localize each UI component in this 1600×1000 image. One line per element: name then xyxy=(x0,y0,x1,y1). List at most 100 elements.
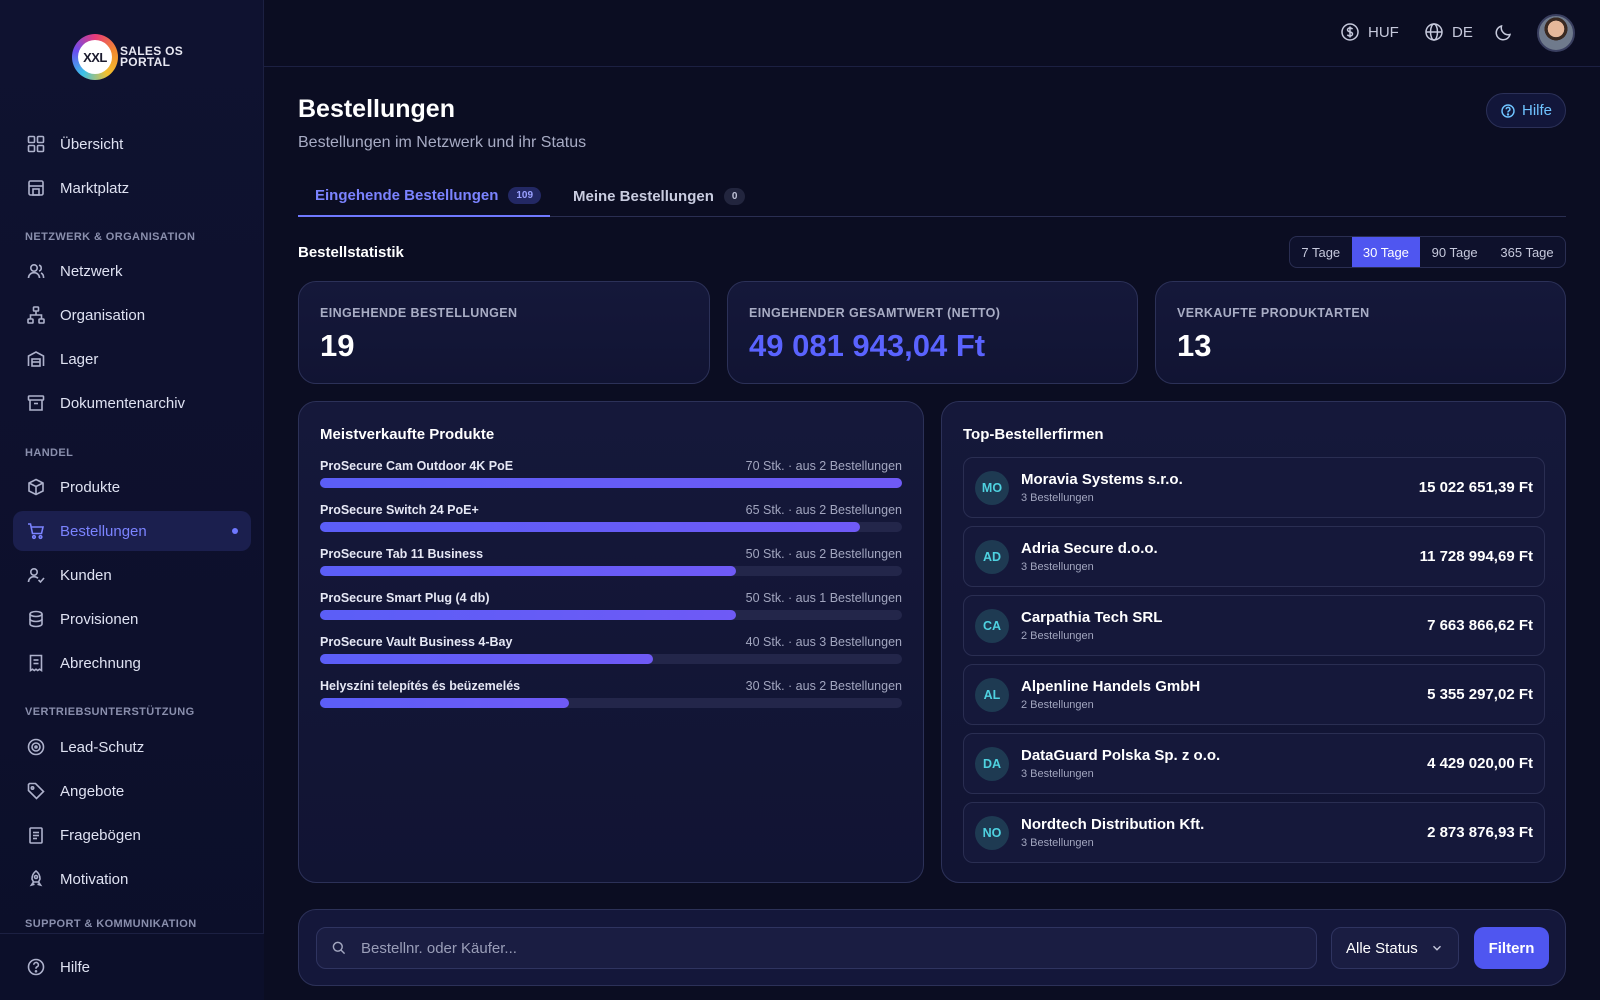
product-meta: 50 Stk. · aus 1 Bestellungen xyxy=(745,591,902,605)
buyer-row[interactable]: DA DataGuard Polska Sp. z o.o. 3 Bestell… xyxy=(963,733,1545,794)
product-row[interactable]: ProSecure Tab 11 Business 50 Stk. · aus … xyxy=(320,547,902,583)
buyer-order-count: 3 Bestellungen xyxy=(1021,768,1094,780)
section-label-handel: HANDEL xyxy=(25,447,74,459)
top-products-card: Meistverkaufte Produkte ProSecure Cam Ou… xyxy=(298,401,924,883)
buyer-initials-avatar: AL xyxy=(975,678,1009,712)
range-90-days[interactable]: 90 Tage xyxy=(1420,237,1489,267)
sidebar-item-label: Abrechnung xyxy=(60,654,141,672)
sidebar-item-hilfe[interactable]: Hilfe xyxy=(13,947,251,987)
sidebar-item-marktplatz[interactable]: Marktplatz xyxy=(13,168,251,208)
buyer-order-count: 2 Bestellungen xyxy=(1021,630,1094,642)
sidebar-item-label: Übersicht xyxy=(60,135,124,153)
app-logo[interactable]: XXL SALES OS PORTAL xyxy=(72,34,192,80)
kpi-value: 13 xyxy=(1177,328,1212,363)
buyer-row[interactable]: MO Moravia Systems s.r.o. 3 Bestellungen… xyxy=(963,457,1545,518)
buyer-amount: 15 022 651,39 Ft xyxy=(1418,479,1533,496)
target-icon xyxy=(27,738,45,756)
range-7-days[interactable]: 7 Tage xyxy=(1290,237,1352,267)
globe-icon xyxy=(1425,23,1443,41)
sidebar-item-motivation[interactable]: Motivation xyxy=(13,859,251,899)
sidebar-item-label: Produkte xyxy=(60,478,121,496)
buyer-amount: 5 355 297,02 Ft xyxy=(1427,686,1533,703)
section-label-vertrieb: VERTRIEBSUNTERSTÜTZUNG xyxy=(25,706,195,718)
sidebar-item-label: Netzwerk xyxy=(60,262,123,280)
sidebar-item-kunden[interactable]: Kunden xyxy=(13,555,251,595)
help-button-label: Hilfe xyxy=(1521,102,1552,119)
page-subtitle: Bestellungen im Netzwerk und ihr Status xyxy=(298,134,587,151)
tab-count-badge: 0 xyxy=(723,187,746,205)
buyer-order-count: 3 Bestellungen xyxy=(1021,561,1094,573)
sidebar-item-netzwerk[interactable]: Netzwerk xyxy=(13,251,251,291)
sidebar-item-uebersicht[interactable]: Übersicht xyxy=(13,124,251,164)
user-avatar[interactable] xyxy=(1537,14,1575,52)
tab-count-badge: 109 xyxy=(508,186,542,204)
sidebar-item-label: Hilfe xyxy=(60,958,91,976)
product-row[interactable]: ProSecure Vault Business 4-Bay 40 Stk. ·… xyxy=(320,635,902,671)
sidebar-item-label: Motivation xyxy=(60,870,129,888)
buyer-initials-avatar: MO xyxy=(975,471,1009,505)
dollar-circle-icon xyxy=(1341,23,1359,41)
buyer-amount: 2 873 876,93 Ft xyxy=(1427,824,1533,841)
sidebar-item-produkte[interactable]: Produkte xyxy=(13,467,251,507)
product-name: ProSecure Switch 24 PoE+ xyxy=(320,503,479,517)
sidebar-item-provisionen[interactable]: Provisionen xyxy=(13,599,251,639)
kpi-card-incoming-total: EINGEHENDER GESAMTWERT (NETTO) 49 081 94… xyxy=(727,281,1138,384)
help-button[interactable]: Hilfe xyxy=(1486,93,1566,128)
product-meta: 70 Stk. · aus 2 Bestellungen xyxy=(745,459,902,473)
buyer-amount: 11 728 994,69 Ft xyxy=(1419,548,1533,565)
sidebar-item-frageboegen[interactable]: Fragebögen xyxy=(13,815,251,855)
logo-mark-text: XXL xyxy=(83,49,107,65)
product-bar-track xyxy=(320,610,902,620)
buyer-row[interactable]: AL Alpenline Handels GmbH 2 Bestellungen… xyxy=(963,664,1545,725)
sidebar-item-label: Lead-Schutz xyxy=(60,738,145,756)
buyer-row[interactable]: CA Carpathia Tech SRL 2 Bestellungen 7 6… xyxy=(963,595,1545,656)
currency-switcher[interactable]: HUF xyxy=(1340,22,1399,42)
tab-meine-bestellungen[interactable]: Meine Bestellungen 0 xyxy=(573,175,746,217)
grid-icon xyxy=(27,135,45,153)
search-input[interactable] xyxy=(361,939,1316,957)
sidebar-item-abrechnung[interactable]: Abrechnung xyxy=(13,643,251,683)
tab-label: Eingehende Bestellungen xyxy=(315,186,499,204)
status-select[interactable]: Alle Status xyxy=(1331,927,1459,969)
filter-bar: Alle Status Filtern xyxy=(298,909,1566,986)
range-365-days[interactable]: 365 Tage xyxy=(1489,237,1565,267)
card-title: Meistverkaufte Produkte xyxy=(320,426,495,443)
product-bar-fill xyxy=(320,566,736,576)
kpi-value: 19 xyxy=(320,328,355,363)
buyer-name: Alpenline Handels GmbH xyxy=(1021,678,1201,695)
range-30-days[interactable]: 30 Tage xyxy=(1351,237,1421,267)
product-row[interactable]: ProSecure Cam Outdoor 4K PoE 70 Stk. · a… xyxy=(320,459,902,495)
stats-title: Bestellstatistik xyxy=(298,244,404,261)
buyer-name: DataGuard Polska Sp. z o.o. xyxy=(1021,747,1221,764)
theme-toggle[interactable] xyxy=(1494,22,1522,42)
product-bar-track xyxy=(320,698,902,708)
archive-icon xyxy=(27,395,45,411)
buyer-initials-avatar: DA xyxy=(975,747,1009,781)
filter-button[interactable]: Filtern xyxy=(1474,927,1549,969)
buyer-order-count: 2 Bestellungen xyxy=(1021,699,1094,711)
sidebar-item-bestellungen[interactable]: Bestellungen xyxy=(13,511,251,551)
sidebar-item-label: Provisionen xyxy=(60,610,139,628)
product-name: ProSecure Vault Business 4-Bay xyxy=(320,635,513,649)
language-switcher[interactable]: DE xyxy=(1424,22,1473,42)
receipt-icon xyxy=(29,654,43,672)
search-box xyxy=(316,927,1317,969)
sidebar-item-label: Dokumentenarchiv xyxy=(60,394,186,412)
product-bar-fill xyxy=(320,610,736,620)
sidebar-item-lager[interactable]: Lager xyxy=(13,339,251,379)
order-tabs: Eingehende Bestellungen 109 Meine Bestel… xyxy=(298,175,1566,217)
product-row[interactable]: ProSecure Smart Plug (4 db) 50 Stk. · au… xyxy=(320,591,902,627)
sidebar-item-dokumentenarchiv[interactable]: Dokumentenarchiv xyxy=(13,383,251,423)
buyer-row[interactable]: AD Adria Secure d.o.o. 3 Bestellungen 11… xyxy=(963,526,1545,587)
sidebar: XXL SALES OS PORTAL Übersicht Marktplatz… xyxy=(0,0,264,1000)
product-row[interactable]: Helyszíni telepítés és beüzemelés 30 Stk… xyxy=(320,679,902,715)
sidebar-item-organisation[interactable]: Organisation xyxy=(13,295,251,335)
product-row[interactable]: ProSecure Switch 24 PoE+ 65 Stk. · aus 2… xyxy=(320,503,902,539)
sidebar-item-lead-schutz[interactable]: Lead-Schutz xyxy=(13,727,251,767)
org-chart-icon xyxy=(27,306,45,324)
buyer-name: Moravia Systems s.r.o. xyxy=(1021,471,1183,488)
sidebar-item-angebote[interactable]: Angebote xyxy=(13,771,251,811)
buyer-row[interactable]: NO Nordtech Distribution Kft. 3 Bestellu… xyxy=(963,802,1545,863)
card-title: Top-Bestellerfirmen xyxy=(963,426,1104,443)
tab-eingehende-bestellungen[interactable]: Eingehende Bestellungen 109 xyxy=(298,175,550,217)
